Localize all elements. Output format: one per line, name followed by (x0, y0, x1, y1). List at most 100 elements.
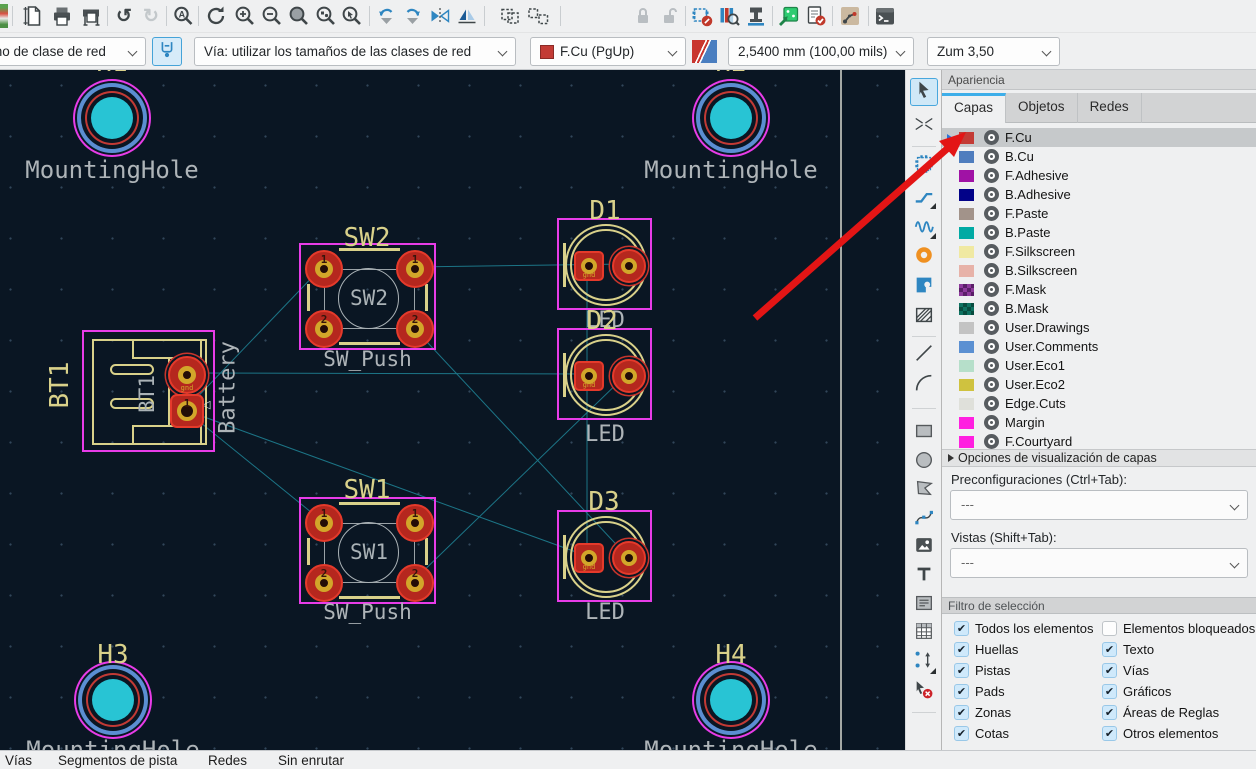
layer-row-f-adhesive[interactable]: F.Adhesive (942, 166, 1256, 185)
visibility-eye-icon[interactable] (984, 301, 999, 316)
pcb-canvas[interactable]: H1 H2 H3 H4 MountingHole MountingHole Mo… (0, 70, 905, 750)
draw-line-button[interactable] (910, 341, 938, 369)
visibility-eye-icon[interactable] (984, 206, 999, 221)
zoom-objects-button[interactable] (313, 3, 339, 29)
checkbox-checked[interactable]: ✔ (954, 684, 969, 699)
footprint-h3[interactable] (92, 679, 134, 721)
footprint-wizard-button[interactable] (743, 3, 769, 29)
zoom-selection-button[interactable] (339, 3, 365, 29)
layer-color-swatch[interactable] (959, 417, 974, 429)
tab-capas[interactable]: Capas (942, 93, 1006, 123)
layer-row-b-adhesive[interactable]: B.Adhesive (942, 185, 1256, 204)
page-setup-button[interactable] (20, 3, 46, 29)
footprint-h1[interactable] (91, 97, 133, 139)
layer-row-user-drawings[interactable]: User.Drawings (942, 318, 1256, 337)
visibility-eye-icon[interactable] (984, 396, 999, 411)
layer-color-swatch[interactable] (959, 227, 974, 239)
layer-color-swatch[interactable] (959, 246, 974, 258)
visibility-eye-icon[interactable] (984, 282, 999, 297)
visibility-eye-icon[interactable] (984, 434, 999, 449)
tab-redes[interactable]: Redes (1078, 93, 1142, 123)
zoom-fit-button[interactable] (286, 3, 312, 29)
layer-color-swatch[interactable] (959, 189, 974, 201)
checkbox-checked[interactable]: ✔ (954, 726, 969, 741)
visibility-eye-icon[interactable] (984, 263, 999, 278)
draw-circle-button[interactable] (910, 448, 938, 476)
layer-row-b-silkscreen[interactable]: B.Silkscreen (942, 261, 1256, 280)
visibility-eye-icon[interactable] (984, 377, 999, 392)
via-size-combo[interactable]: Vía: utilizar los tamaños de las clases … (194, 37, 516, 66)
layer-row-margin[interactable]: Margin (942, 413, 1256, 432)
draw-rectangle-button[interactable] (910, 419, 938, 447)
mirror-button[interactable] (454, 3, 480, 29)
checkbox-checked[interactable]: ✔ (954, 621, 969, 636)
layer-color-swatch[interactable] (959, 379, 974, 391)
pad-sw1-2a[interactable]: 2 (305, 564, 343, 602)
pad-d1-2[interactable] (612, 249, 646, 283)
checkbox-unchecked[interactable] (1102, 621, 1117, 636)
checkbox-checked[interactable]: ✔ (954, 663, 969, 678)
footprint-h2[interactable] (710, 97, 752, 139)
footprint-bt1[interactable]: BT1 gnd 1 ◁ (82, 330, 215, 452)
layer-color-swatch[interactable] (959, 341, 974, 353)
layer-row-f-silkscreen[interactable]: F.Silkscreen (942, 242, 1256, 261)
layer-row-f-mask[interactable]: F.Mask (942, 280, 1256, 299)
pad-sw2-1b[interactable]: 1 (396, 250, 434, 288)
zoom-out-button[interactable] (259, 3, 285, 29)
undo-button[interactable]: ↺ (111, 3, 137, 29)
layer-pair-indicator[interactable] (692, 40, 717, 63)
visibility-eye-icon[interactable] (984, 244, 999, 259)
layer-color-swatch[interactable] (959, 151, 974, 163)
add-rule-area-button[interactable] (910, 303, 938, 331)
rotate-ccw-button[interactable] (373, 3, 399, 29)
flip-board-view-button[interactable] (427, 3, 453, 29)
layer-row-user-eco2[interactable]: User.Eco2 (942, 375, 1256, 394)
checkbox-checked[interactable]: ✔ (1102, 642, 1117, 657)
add-footprint-button[interactable] (910, 152, 938, 180)
layer-row-f-cu[interactable]: F.Cu (942, 128, 1256, 147)
layer-color-swatch[interactable] (959, 208, 974, 220)
layer-row-f-paste[interactable]: F.Paste (942, 204, 1256, 223)
footprint-sw1[interactable]: SW1 1 1 2 2 (299, 497, 436, 604)
select-tool-button[interactable] (910, 78, 938, 106)
pad-d2-2[interactable] (612, 359, 646, 393)
footprint-d2[interactable]: gnd (557, 328, 652, 420)
layer-row-b-mask[interactable]: B.Mask (942, 299, 1256, 318)
layer-color-swatch[interactable] (959, 322, 974, 334)
footprint-d3[interactable]: gnd (557, 510, 652, 602)
visibility-eye-icon[interactable] (984, 130, 999, 145)
pad-bt1-2[interactable]: gnd (168, 356, 206, 394)
visibility-eye-icon[interactable] (984, 320, 999, 335)
visibility-eye-icon[interactable] (984, 415, 999, 430)
layer-color-swatch[interactable] (959, 132, 974, 144)
layer-color-swatch[interactable] (959, 303, 974, 315)
scripting-console-button[interactable] (872, 3, 898, 29)
tab-objetos[interactable]: Objetos (1006, 93, 1078, 123)
footprint-editor-button[interactable] (689, 3, 715, 29)
footprint-browser-button[interactable] (716, 3, 742, 29)
layer-row-b-paste[interactable]: B.Paste (942, 223, 1256, 242)
add-zone-button[interactable] (910, 273, 938, 301)
local-ratsnest-button[interactable] (910, 112, 938, 140)
find-button[interactable]: A (170, 3, 196, 29)
pad-sw2-1a[interactable]: 1 (305, 250, 343, 288)
checkbox-checked[interactable]: ✔ (1102, 684, 1117, 699)
pad-bt1-1[interactable]: 1 (170, 394, 204, 428)
footprint-h4[interactable] (710, 679, 752, 721)
footprint-d1[interactable]: gnd (557, 218, 652, 310)
clipped-icon[interactable] (0, 4, 8, 28)
tune-length-button[interactable] (910, 213, 938, 241)
zoom-combo[interactable]: Zum 3,50 (927, 37, 1060, 66)
add-table-button[interactable] (910, 619, 938, 647)
auto-track-width-toggle[interactable] (152, 37, 182, 66)
layer-color-swatch[interactable] (959, 398, 974, 410)
presets-combo[interactable]: --- (950, 490, 1248, 520)
checkbox-checked[interactable]: ✔ (954, 642, 969, 657)
layer-row-user-comments[interactable]: User.Comments (942, 337, 1256, 356)
checkbox-checked[interactable]: ✔ (1102, 705, 1117, 720)
delete-tool-button[interactable] (910, 678, 938, 706)
track-width-combo[interactable]: ar el ancho de clase de red (0, 37, 146, 66)
route-tracks-button[interactable] (910, 183, 938, 211)
pad-d3-2[interactable] (612, 541, 646, 575)
draw-bezier-button[interactable] (910, 505, 938, 533)
